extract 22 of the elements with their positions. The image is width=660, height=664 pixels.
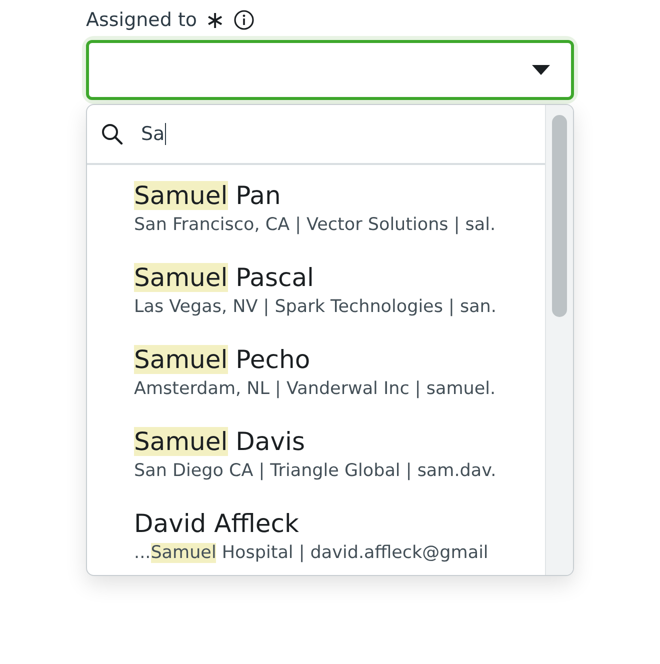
contact-name: Samuel Pecho bbox=[134, 344, 312, 376]
required-mark: ∗ bbox=[205, 8, 226, 32]
caret-icon bbox=[532, 65, 550, 75]
info-icon[interactable] bbox=[233, 9, 256, 31]
contact-name: Samuel Davis bbox=[134, 426, 306, 458]
contact-details: San Diego CA | Triangle Global | sam.dav. bbox=[134, 460, 498, 483]
contact-name: Samuel Pascal bbox=[134, 262, 315, 294]
contact-details: Amsterdam, NL | Vanderwal Inc | samuel. bbox=[134, 378, 497, 401]
option-item[interactable]: Samuel Pan San Francisco, CA | Vector Solutions | sal. bbox=[87, 165, 545, 247]
contact-details: San Francisco, CA | Vector Solutions | sal. bbox=[134, 214, 497, 237]
contact-name: Samuel Pan bbox=[134, 180, 282, 212]
option-item[interactable]: David Affleck ...Samuel Hospital | david.affleck@gmail bbox=[87, 493, 545, 575]
search-icon bbox=[101, 123, 123, 145]
scrollbar[interactable] bbox=[545, 105, 573, 575]
assignee-select[interactable] bbox=[86, 40, 574, 100]
option-item[interactable]: Samuel Davis San Diego CA | Triangle Global | sam.dav. bbox=[87, 411, 545, 493]
option-item[interactable]: Samuel Pecho Amsterdam, NL | Vanderwal Inc | samuel. bbox=[87, 329, 545, 411]
contact-details: Las Vegas, NV | Spark Technologies | san. bbox=[134, 296, 498, 319]
contact-name: David Affleck bbox=[134, 508, 300, 540]
option-item[interactable]: Samuel Pascal Las Vegas, NV | Spark Technologies | san. bbox=[87, 247, 545, 329]
field-label: Assigned to bbox=[86, 9, 198, 31]
contact-details: ...Samuel Hospital | david.affleck@gmail bbox=[134, 542, 490, 565]
